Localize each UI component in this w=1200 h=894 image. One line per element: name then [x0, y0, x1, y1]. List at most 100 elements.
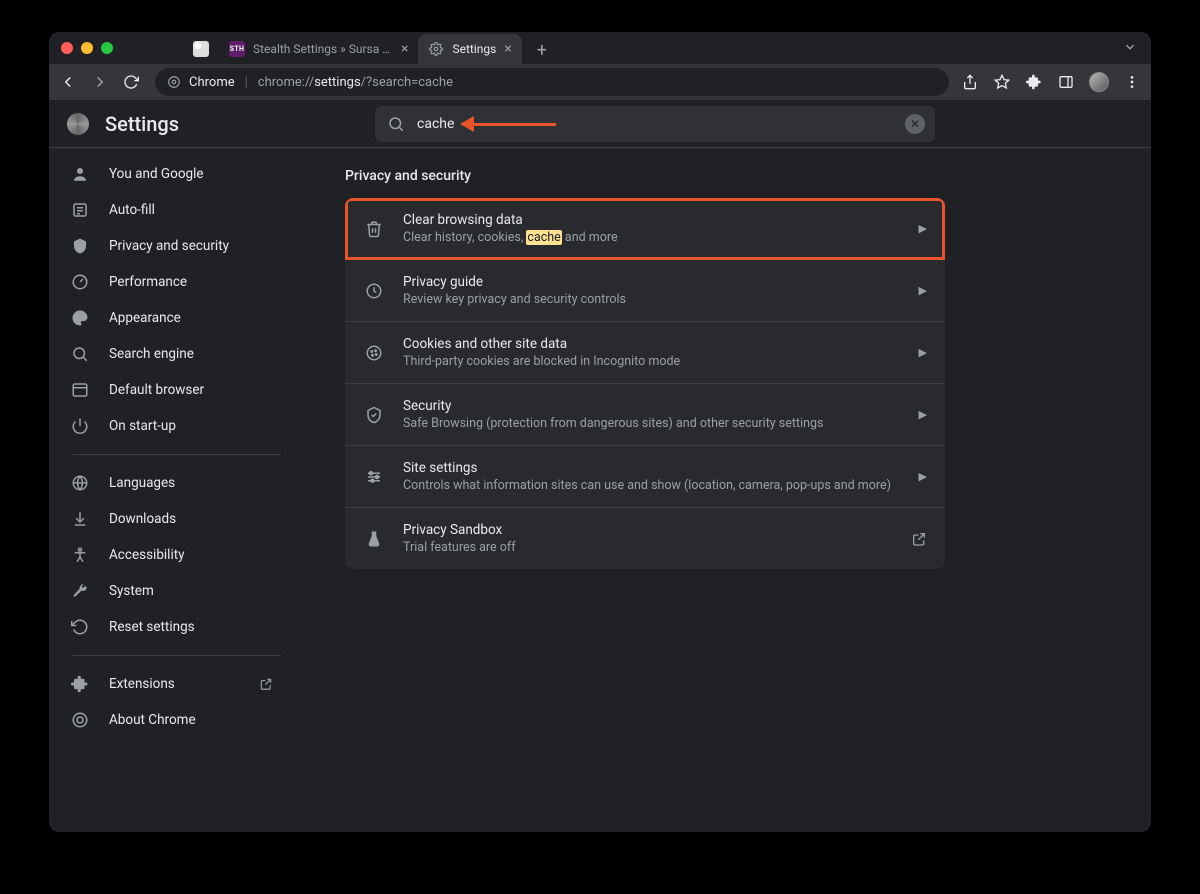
row-description: Trial features are off — [403, 540, 893, 555]
close-window-button[interactable] — [61, 42, 73, 54]
tab-label: Stealth Settings » Sursa de tut — [253, 42, 393, 56]
sidebar-item-label: Performance — [109, 274, 187, 290]
url-host-label: Chrome — [189, 75, 235, 90]
tab-list-dropdown-icon[interactable] — [1123, 40, 1137, 54]
tab-label: Settings — [452, 42, 496, 56]
chevron-right-icon: ▶ — [919, 284, 927, 297]
sidebar-item-reset-settings[interactable]: Reset settings — [49, 609, 295, 645]
sidebar-item-search-engine[interactable]: Search engine — [49, 336, 295, 372]
sidebar-item-label: About Chrome — [109, 712, 196, 728]
row-title: Privacy Sandbox — [403, 522, 893, 538]
sidebar-divider — [73, 454, 281, 455]
sidebar-item-extensions[interactable]: Extensions — [49, 666, 295, 702]
row-title: Privacy guide — [403, 274, 901, 290]
browser-window: STH Stealth Settings » Sursa de tut × Se… — [49, 32, 1151, 832]
chevron-right-icon: ▶ — [919, 346, 927, 359]
minimize-window-button[interactable] — [81, 42, 93, 54]
sidebar-item-label: System — [109, 583, 154, 599]
url-host: settings — [314, 75, 360, 90]
settings-row-site-settings[interactable]: Site settingsControls what information s… — [345, 446, 945, 508]
settings-row-security[interactable]: SecuritySafe Browsing (protection from d… — [345, 384, 945, 446]
sidepanel-icon[interactable] — [1057, 73, 1075, 91]
sidebar-item-you-and-google[interactable]: You and Google — [49, 156, 295, 192]
accessibility-icon — [71, 546, 89, 564]
settings-row-privacy-sandbox[interactable]: Privacy Sandbox Trial features are off — [345, 508, 945, 569]
cookie-icon — [363, 342, 385, 364]
sidebar-item-privacy-and-security[interactable]: Privacy and security — [49, 228, 295, 264]
shield-icon — [71, 237, 89, 255]
sidebar-item-performance[interactable]: Performance — [49, 264, 295, 300]
window-controls — [61, 42, 113, 54]
settings-search-box[interactable]: ✕ — [375, 106, 935, 142]
search-icon — [387, 115, 405, 133]
sidebar-item-about-chrome[interactable]: About Chrome — [49, 702, 295, 738]
profile-avatar[interactable] — [1089, 72, 1109, 92]
sidebar-item-auto-fill[interactable]: Auto-fill — [49, 192, 295, 228]
sidebar-item-languages[interactable]: Languages — [49, 465, 295, 501]
back-button[interactable] — [59, 73, 79, 91]
search-highlight: cache — [526, 230, 561, 245]
row-description: Safe Browsing (protection from dangerous… — [403, 416, 901, 431]
sidebar-item-appearance[interactable]: Appearance — [49, 300, 295, 336]
autofill-icon — [71, 201, 89, 219]
bookmark-icon[interactable] — [993, 73, 1011, 91]
sidebar-item-downloads[interactable]: Downloads — [49, 501, 295, 537]
menu-icon[interactable] — [1123, 73, 1141, 91]
settings-row-cookies-and-other-site-data[interactable]: Cookies and other site data Third-party c… — [345, 322, 945, 384]
chevron-right-icon: ▶ — [919, 470, 927, 483]
guide-icon — [363, 280, 385, 302]
palette-icon — [71, 309, 89, 327]
url-scheme: chrome:// — [258, 75, 314, 90]
site-info-icon[interactable] — [167, 75, 181, 89]
sidebar-item-label: Reset settings — [109, 619, 195, 635]
row-title: Cookies and other site data — [403, 336, 901, 352]
sidebar-item-label: Accessibility — [109, 547, 185, 563]
settings-body: You and Google Auto-fill Privacy and secur… — [49, 148, 1151, 832]
download-icon — [71, 510, 89, 528]
close-tab-icon[interactable]: × — [401, 41, 408, 57]
extension-icon — [71, 675, 89, 693]
section-title: Privacy and security — [345, 168, 945, 184]
sidebar-item-system[interactable]: System — [49, 573, 295, 609]
wrench-icon — [71, 582, 89, 600]
forward-button[interactable] — [91, 73, 111, 91]
sidebar-item-on-start-up[interactable]: On start-up — [49, 408, 295, 444]
tune-icon — [363, 466, 385, 488]
sidebar-item-label: You and Google — [109, 166, 204, 182]
settings-title: Settings — [105, 112, 179, 136]
google-favicon-icon — [193, 41, 209, 57]
row-description: Review key privacy and security controls — [403, 292, 901, 307]
toolbar-actions — [961, 72, 1141, 92]
settings-card: Clear browsing dataClear history, cookie… — [345, 198, 945, 569]
row-description: Third-party cookies are blocked in Incog… — [403, 354, 901, 369]
reset-icon — [71, 618, 89, 636]
row-title: Site settings — [403, 460, 901, 476]
address-bar[interactable]: Chrome | chrome://settings/?search=cache — [155, 68, 949, 96]
globe-icon — [71, 474, 89, 492]
tab-strip: STH Stealth Settings » Sursa de tut × Se… — [183, 32, 556, 64]
new-tab-button[interactable]: + — [528, 36, 556, 64]
sidebar-item-accessibility[interactable]: Accessibility — [49, 537, 295, 573]
share-icon[interactable] — [961, 73, 979, 91]
reload-button[interactable] — [123, 74, 143, 90]
chrome-logo-icon — [67, 113, 89, 135]
sidebar-item-label: Search engine — [109, 346, 194, 362]
tab-stealth-settings[interactable]: STH Stealth Settings » Sursa de tut × — [219, 34, 418, 64]
settings-row-privacy-guide[interactable]: Privacy guide Review key privacy and secu… — [345, 260, 945, 322]
sidebar-item-label: Privacy and security — [109, 238, 229, 254]
extensions-icon[interactable] — [1025, 73, 1043, 91]
person-icon — [71, 165, 89, 183]
url-path: /?search=cache — [361, 75, 453, 90]
settings-search-input[interactable] — [417, 116, 537, 132]
sidebar-item-default-browser[interactable]: Default browser — [49, 372, 295, 408]
settings-sidebar: You and Google Auto-fill Privacy and secur… — [49, 148, 305, 832]
close-tab-icon[interactable]: × — [504, 41, 511, 57]
sidebar-item-label: On start-up — [109, 418, 176, 434]
settings-main: Privacy and security Clear browsing data… — [305, 148, 1151, 832]
settings-row-clear-browsing-data[interactable]: Clear browsing dataClear history, cookie… — [345, 198, 945, 260]
tab-settings[interactable]: Settings × — [418, 34, 521, 64]
clear-search-icon[interactable]: ✕ — [905, 114, 925, 134]
security-icon — [363, 404, 385, 426]
maximize-window-button[interactable] — [101, 42, 113, 54]
tab-google[interactable] — [183, 34, 219, 64]
